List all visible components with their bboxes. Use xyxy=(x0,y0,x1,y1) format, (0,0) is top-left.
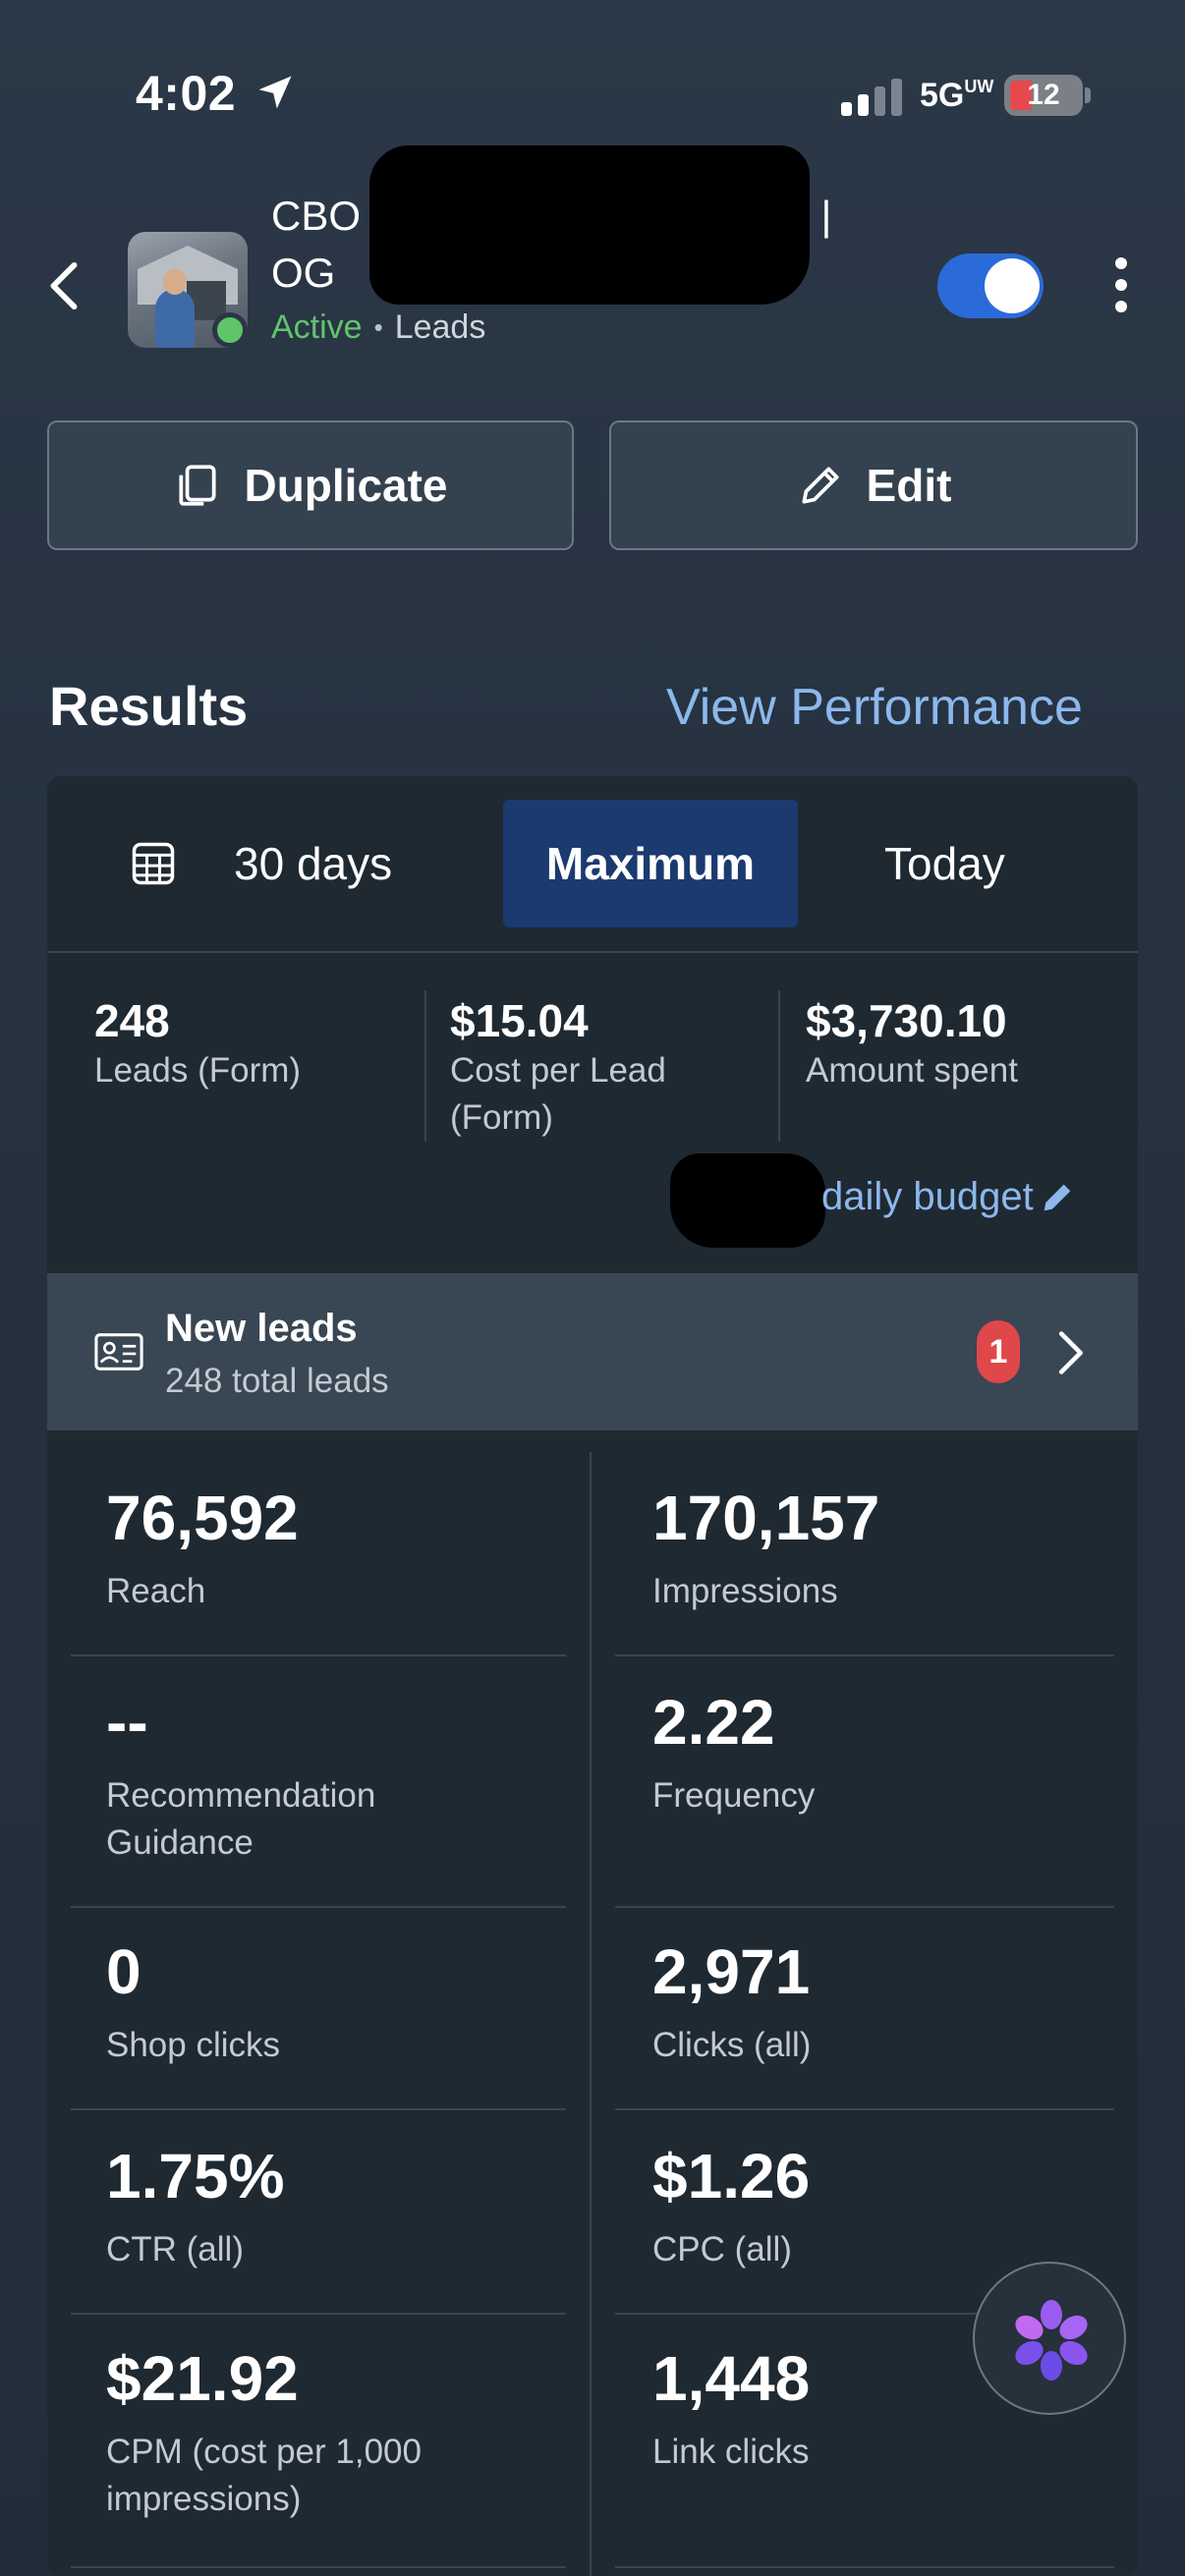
summary-label: Amount spent xyxy=(806,1051,1018,1090)
metric-cell-impressions: 170,157 Impressions xyxy=(652,1482,1104,1615)
daily-budget-link[interactable]: daily budget xyxy=(821,1175,1077,1219)
edit-button[interactable]: Edit xyxy=(609,420,1138,550)
metric-label: Frequency xyxy=(652,1776,816,1815)
metric-divider xyxy=(615,2108,1114,2110)
metric-divider xyxy=(615,2566,1114,2568)
summary-label: Cost per Lead (Form) xyxy=(450,1051,666,1137)
metric-label: CPM (cost per 1,000 impressions) xyxy=(106,2433,422,2518)
metric-divider xyxy=(615,2313,979,2315)
chevron-right-icon[interactable] xyxy=(1055,1330,1085,1375)
summary-label: Leads (Form) xyxy=(94,1051,302,1090)
results-heading: Results xyxy=(49,675,249,737)
metric-label: Impressions xyxy=(652,1572,838,1610)
summary-stat: $15.04 Cost per Lead (Form) xyxy=(450,994,745,1142)
metric-value: $21.92 xyxy=(106,2343,299,2414)
metric-value: 0 xyxy=(106,1936,141,2007)
new-leads-row[interactable] xyxy=(47,1273,1138,1430)
battery-icon: 12 xyxy=(1004,75,1083,116)
metric-cell-recommendation: -- Recommendation Guidance xyxy=(106,1686,558,1867)
calendar-icon xyxy=(132,842,175,885)
campaign-status-row: Active • Leads xyxy=(271,308,485,347)
metric-divider xyxy=(71,2566,566,2568)
campaign-title-line2: OG xyxy=(271,250,336,296)
campaign-objective: Leads xyxy=(394,308,486,346)
metric-cell-ctr: 1.75% CTR (all) xyxy=(106,2140,558,2273)
pencil-icon xyxy=(802,467,839,504)
status-time: 4:02 xyxy=(136,66,237,121)
tab-30-days-label: 30 days xyxy=(234,838,393,889)
back-chevron-icon[interactable] xyxy=(45,261,81,310)
metric-divider xyxy=(71,1654,566,1656)
metric-divider xyxy=(71,2108,566,2110)
duplicate-icon xyxy=(179,465,217,506)
metric-cell-clicks-all: 2,971 Clicks (all) xyxy=(652,1935,1104,2069)
pencil-icon xyxy=(1044,1184,1071,1210)
summary-divider xyxy=(778,990,780,1142)
redaction-mark xyxy=(670,1153,825,1248)
metric-divider xyxy=(71,1906,566,1908)
new-leads-badge: 1 xyxy=(977,1320,1020,1383)
new-leads-subtitle: 248 total leads xyxy=(165,1362,389,1400)
summary-value: $3,730.10 xyxy=(806,995,1007,1046)
summary-stat: 248 Leads (Form) xyxy=(94,994,409,1094)
status-active: Active xyxy=(271,308,363,346)
duplicate-button[interactable]: Duplicate xyxy=(47,420,574,550)
metric-divider xyxy=(71,2313,566,2315)
metric-value: $1.26 xyxy=(652,2141,811,2212)
status-separator: • xyxy=(373,312,383,342)
daily-budget-label: daily budget xyxy=(821,1175,1034,1218)
network-indicator: 5GUW xyxy=(920,77,993,115)
metric-value: 1.75% xyxy=(106,2141,285,2212)
metric-divider xyxy=(615,1654,1114,1656)
contact-card-icon xyxy=(94,1333,143,1371)
sparkle-flower-icon xyxy=(1015,2300,1088,2380)
metric-value: -- xyxy=(106,1687,148,1758)
metric-label: CPC (all) xyxy=(652,2230,792,2268)
new-leads-title: New leads xyxy=(165,1307,358,1350)
metric-value: 2,971 xyxy=(652,1936,811,2007)
tab-today[interactable]: Today xyxy=(884,837,1005,890)
summary-stat: $3,730.10 Amount spent xyxy=(806,994,1130,1094)
redaction-mark xyxy=(369,145,810,305)
tab-maximum[interactable]: Maximum xyxy=(503,800,798,927)
metric-cell-reach: 76,592 Reach xyxy=(106,1482,558,1615)
network-label: 5G xyxy=(920,77,965,114)
metric-label: Shop clicks xyxy=(106,2026,281,2064)
metric-label: Recommendation Guidance xyxy=(106,1776,376,1862)
metric-cell-frequency: 2.22 Frequency xyxy=(652,1686,1104,1820)
summary-divider xyxy=(424,990,426,1142)
more-options-icon[interactable] xyxy=(1106,257,1136,312)
edit-label: Edit xyxy=(866,460,952,511)
metric-divider xyxy=(615,1906,1114,1908)
metric-label: Link clicks xyxy=(652,2433,810,2471)
battery-level: 12 xyxy=(1027,79,1060,111)
metric-label: CTR (all) xyxy=(106,2230,244,2268)
view-performance-link[interactable]: View Performance xyxy=(666,678,1083,737)
active-status-dot xyxy=(212,312,248,348)
metric-value: 76,592 xyxy=(106,1483,299,1553)
metric-label: Reach xyxy=(106,1572,206,1610)
metric-cell-cpm: $21.92 CPM (cost per 1,000 impressions) xyxy=(106,2342,558,2523)
campaign-title-start: CBO xyxy=(271,193,362,239)
metric-value: 2.22 xyxy=(652,1687,775,1758)
duplicate-label: Duplicate xyxy=(244,460,448,511)
metric-cell-cpc: $1.26 CPC (all) xyxy=(652,2140,947,2273)
location-arrow-icon xyxy=(258,76,292,109)
ai-assistant-button[interactable] xyxy=(973,2262,1126,2415)
signal-bars-icon xyxy=(841,77,902,116)
summary-value: $15.04 xyxy=(450,995,589,1046)
metric-value: 170,157 xyxy=(652,1483,880,1553)
tab-30-days[interactable]: 30 days xyxy=(128,837,392,890)
metric-label: Clicks (all) xyxy=(652,2026,812,2064)
summary-value: 248 xyxy=(94,995,170,1046)
metrics-column-divider xyxy=(590,1452,592,2576)
metric-cell-shop-clicks: 0 Shop clicks xyxy=(106,1935,558,2069)
network-sub-label: UW xyxy=(964,77,994,96)
tabs-divider xyxy=(47,951,1138,953)
campaign-toggle[interactable] xyxy=(937,253,1044,318)
battery-tip xyxy=(1085,87,1091,103)
